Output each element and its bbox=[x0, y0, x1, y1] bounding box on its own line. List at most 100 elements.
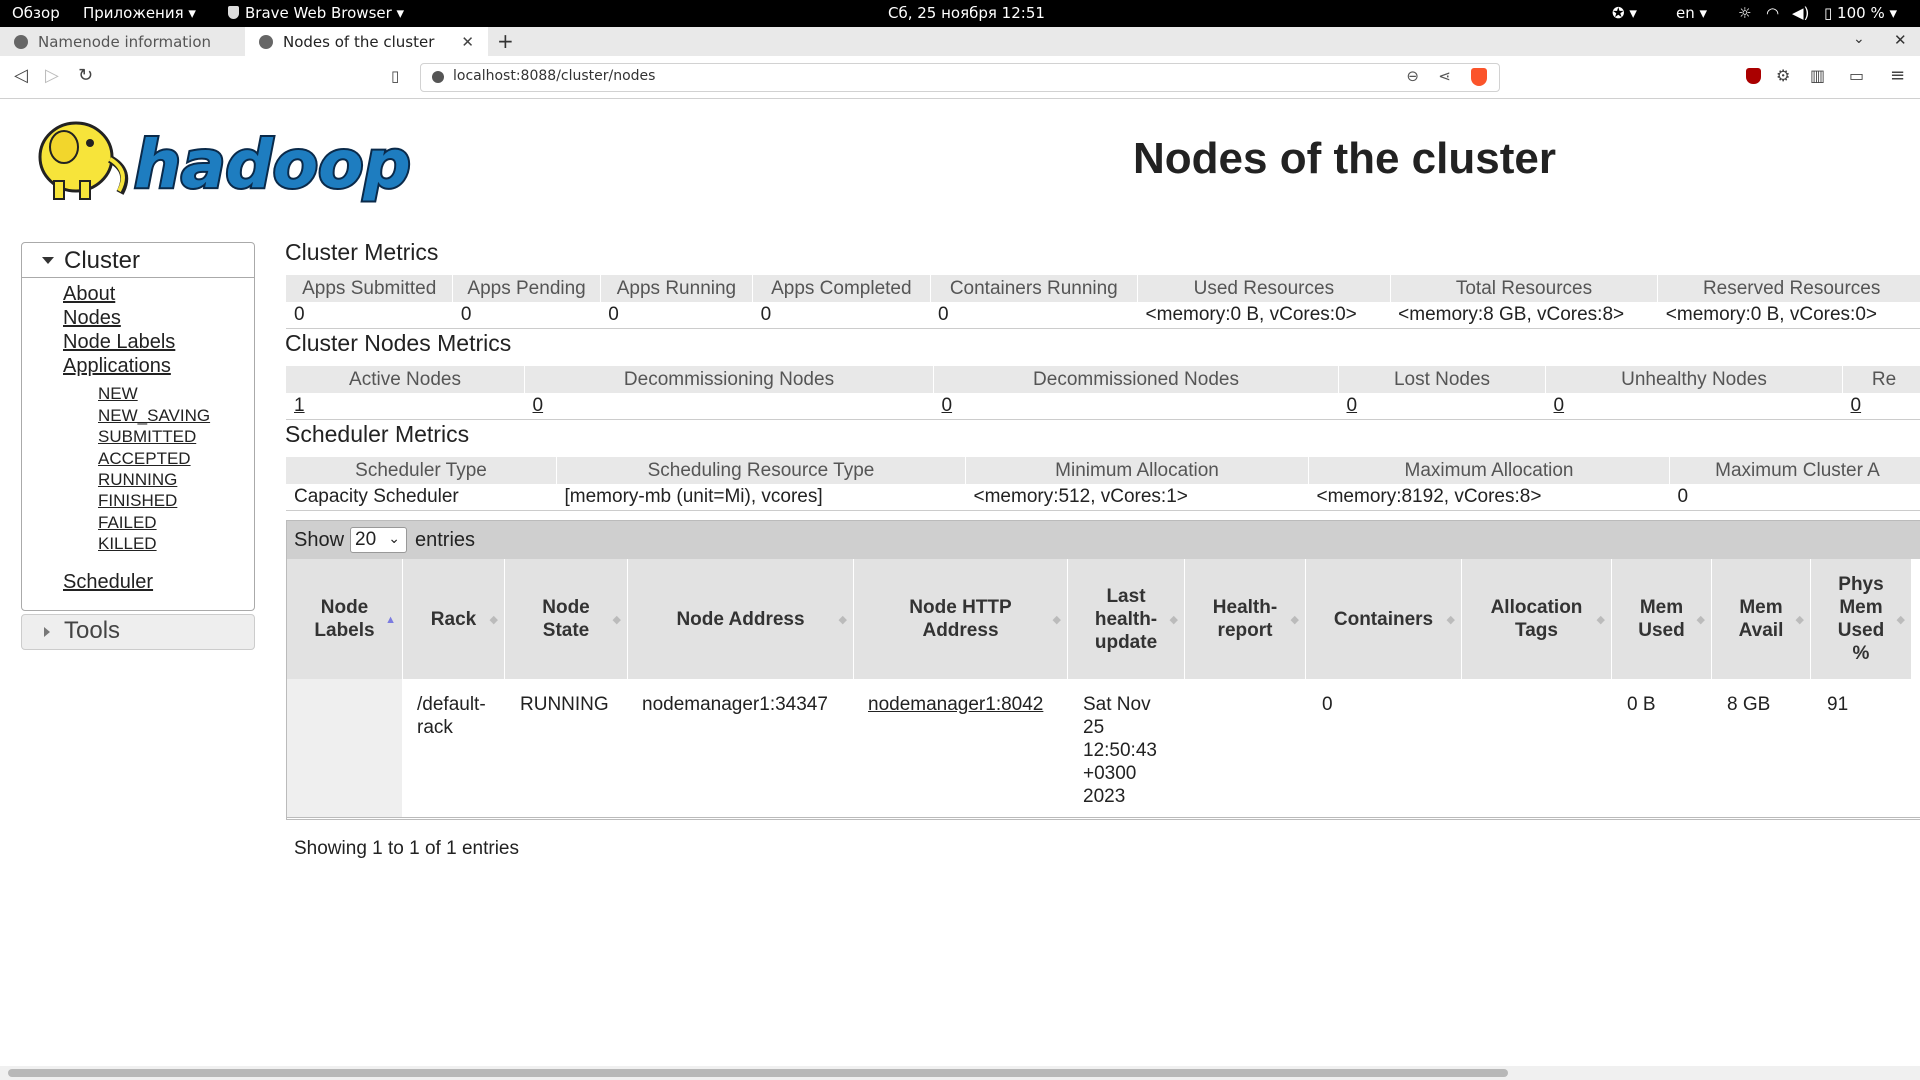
decommissioned-nodes-link[interactable]: 0 bbox=[942, 395, 953, 416]
sidebar-item-app-running[interactable]: RUNNING bbox=[98, 470, 177, 490]
globe-icon bbox=[14, 34, 28, 49]
sidebar-item-app-finished[interactable]: FINISHED bbox=[98, 491, 177, 511]
col-node-http-address[interactable]: Node HTTP Address ◆ bbox=[854, 559, 1068, 679]
sidebar-cluster: Cluster About Nodes Node Labels Applicat… bbox=[21, 242, 255, 611]
col-node-state[interactable]: Node State ◆ bbox=[505, 559, 628, 679]
col-phys-mem-used[interactable]: Phys Mem Used % ◆ bbox=[1811, 559, 1912, 679]
sm-value: <memory:512, vCores:1> bbox=[965, 484, 1309, 511]
sidebar-item-scheduler[interactable]: Scheduler bbox=[63, 571, 153, 594]
back-icon[interactable]: ◁ bbox=[14, 65, 28, 86]
cell-mem-used: 0 B bbox=[1627, 694, 1656, 715]
tab-list-icon[interactable]: ⌄ bbox=[1853, 31, 1865, 47]
apps-menu[interactable]: Приложения ▾ bbox=[83, 4, 196, 22]
col-node-address[interactable]: Node Address ◆ bbox=[628, 559, 854, 679]
col-rack[interactable]: Rack ◆ bbox=[403, 559, 505, 679]
sort-icon: ◆ bbox=[612, 614, 621, 626]
cm-value: 0 bbox=[452, 302, 601, 329]
col-node-labels[interactable]: Node Labels ▲ bbox=[287, 559, 403, 679]
cell-mem-avail: 8 GB bbox=[1727, 694, 1771, 715]
sort-icon: ◆ bbox=[1896, 614, 1905, 626]
accessibility-icon[interactable]: ✪ ▾ bbox=[1612, 4, 1637, 22]
cm-value: 0 bbox=[752, 302, 931, 329]
address-bar[interactable]: localhost:8088/cluster/nodes ⊖ ⋖ bbox=[420, 63, 1500, 92]
cm-value: 0 bbox=[930, 302, 1138, 329]
col-node-http-address-label: Node HTTP Address bbox=[909, 597, 1012, 641]
horizontal-scrollbar[interactable] bbox=[0, 1066, 1920, 1080]
active-nodes-link[interactable]: 1 bbox=[294, 395, 305, 416]
volume-icon: ◀) bbox=[1792, 4, 1810, 22]
sm-header: Scheduling Resource Type bbox=[556, 457, 966, 484]
page-size-select[interactable]: 20 ⌄ bbox=[350, 527, 407, 553]
cell-node-http-address-link[interactable]: nodemanager1:8042 bbox=[868, 693, 1043, 716]
cell-node-address: nodemanager1:34347 bbox=[642, 694, 828, 715]
clock[interactable]: Сб, 25 ноября 12:51 bbox=[888, 4, 1045, 22]
unhealthy-nodes-link[interactable]: 0 bbox=[1554, 395, 1565, 416]
sidebar-item-nodes[interactable]: Nodes bbox=[63, 307, 121, 330]
bookmark-icon[interactable]: ▯ bbox=[391, 67, 399, 85]
rebooted-nodes-link[interactable]: 0 bbox=[1851, 395, 1862, 416]
nm-header: Re bbox=[1842, 366, 1920, 393]
sidebar-item-app-failed[interactable]: FAILED bbox=[98, 513, 157, 533]
site-info-icon[interactable] bbox=[432, 71, 444, 83]
language-indicator[interactable]: en ▾ bbox=[1676, 4, 1707, 22]
sort-icon: ◆ bbox=[1446, 614, 1455, 626]
col-last-health-update[interactable]: Last health-update ◆ bbox=[1068, 559, 1185, 679]
sidebar-item-app-killed[interactable]: KILLED bbox=[98, 534, 157, 554]
cm-value: <memory:0 B, vCores:0> bbox=[1657, 302, 1920, 329]
browser-toolbar: ◁ ▷ ↻ ▯ localhost:8088/cluster/nodes ⊖ ⋖… bbox=[0, 56, 1920, 99]
page-title: Nodes of the cluster bbox=[1133, 134, 1556, 183]
globe-icon bbox=[259, 34, 273, 49]
menu-icon[interactable]: ≡ bbox=[1890, 65, 1905, 86]
scheduler-metrics-title: Scheduler Metrics bbox=[285, 421, 470, 447]
address-bar-url[interactable]: localhost:8088/cluster/nodes bbox=[453, 68, 655, 84]
brave-shields-icon[interactable] bbox=[1471, 68, 1487, 86]
scrollbar-thumb[interactable] bbox=[8, 1069, 1508, 1077]
nodes-table-container: Show 20 ⌄ entries Node Labels ▲ Rack ◆ Node… bbox=[286, 520, 1920, 859]
activities-button[interactable]: Обзор bbox=[12, 4, 60, 22]
battery-label: 100 % bbox=[1837, 4, 1885, 22]
battery-indicator[interactable]: ▯ 100 % ▾ bbox=[1824, 4, 1897, 22]
ublock-extension-icon[interactable] bbox=[1746, 68, 1761, 84]
sort-icon: ◆ bbox=[1290, 614, 1299, 626]
page-size-value: 20 bbox=[355, 529, 377, 550]
sidebar-item-app-submitted[interactable]: SUBMITTED bbox=[98, 427, 196, 447]
col-last-health-update-label: Last health-update bbox=[1094, 585, 1158, 653]
sidebar-tools[interactable]: Tools bbox=[21, 614, 255, 650]
sidebar-item-app-new[interactable]: NEW bbox=[98, 384, 138, 404]
nm-header: Active Nodes bbox=[286, 366, 525, 393]
close-tab-icon[interactable]: ✕ bbox=[461, 33, 474, 51]
tab-title: Nodes of the cluster bbox=[283, 32, 435, 51]
extensions-icon[interactable]: ⚙ bbox=[1776, 66, 1790, 85]
expand-triangle-icon bbox=[42, 257, 54, 264]
cm-header: Containers Running bbox=[930, 275, 1139, 302]
col-health-report[interactable]: Health-report ◆ bbox=[1185, 559, 1306, 679]
close-window-icon[interactable]: ✕ bbox=[1894, 31, 1907, 49]
sm-value: Capacity Scheduler bbox=[286, 484, 557, 511]
share-icon[interactable]: ⋖ bbox=[1438, 67, 1451, 85]
sm-value: [memory-mb (unit=Mi), vcores] bbox=[556, 484, 966, 511]
sidebar-item-app-accepted[interactable]: ACCEPTED bbox=[98, 449, 191, 469]
zoom-icon[interactable]: ⊖ bbox=[1406, 67, 1419, 85]
col-mem-used[interactable]: Mem Used ◆ bbox=[1612, 559, 1712, 679]
forward-icon[interactable]: ▷ bbox=[45, 65, 59, 86]
reload-icon[interactable]: ↻ bbox=[78, 65, 93, 86]
lost-nodes-link[interactable]: 0 bbox=[1347, 395, 1358, 416]
tab-title: Namenode information bbox=[38, 32, 212, 51]
col-containers[interactable]: Containers ◆ bbox=[1306, 559, 1462, 679]
sidebar-item-applications[interactable]: Applications bbox=[63, 355, 171, 378]
cluster-section-header[interactable]: Cluster bbox=[22, 243, 254, 278]
tab-nodes[interactable]: Nodes of the cluster ✕ bbox=[245, 27, 488, 56]
browser-app-menu[interactable]: Brave Web Browser ▾ bbox=[228, 4, 404, 22]
wallet-icon[interactable]: ▭ bbox=[1849, 66, 1864, 85]
col-containers-label: Containers bbox=[1333, 608, 1434, 630]
col-mem-avail[interactable]: Mem Avail ◆ bbox=[1712, 559, 1811, 679]
new-tab-button[interactable]: + bbox=[497, 29, 514, 53]
cm-header: Used Resources bbox=[1137, 275, 1391, 302]
sidebar-item-node-labels[interactable]: Node Labels bbox=[63, 331, 175, 354]
decommissioning-nodes-link[interactable]: 0 bbox=[533, 395, 544, 416]
sidebar-item-app-new-saving[interactable]: NEW_SAVING bbox=[98, 406, 210, 426]
sidebar-icon[interactable]: ▥ bbox=[1810, 66, 1825, 85]
tab-namenode[interactable]: Namenode information bbox=[0, 27, 245, 56]
col-allocation-tags[interactable]: Allocation Tags ◆ bbox=[1462, 559, 1612, 679]
sidebar-item-about[interactable]: About bbox=[63, 283, 115, 306]
